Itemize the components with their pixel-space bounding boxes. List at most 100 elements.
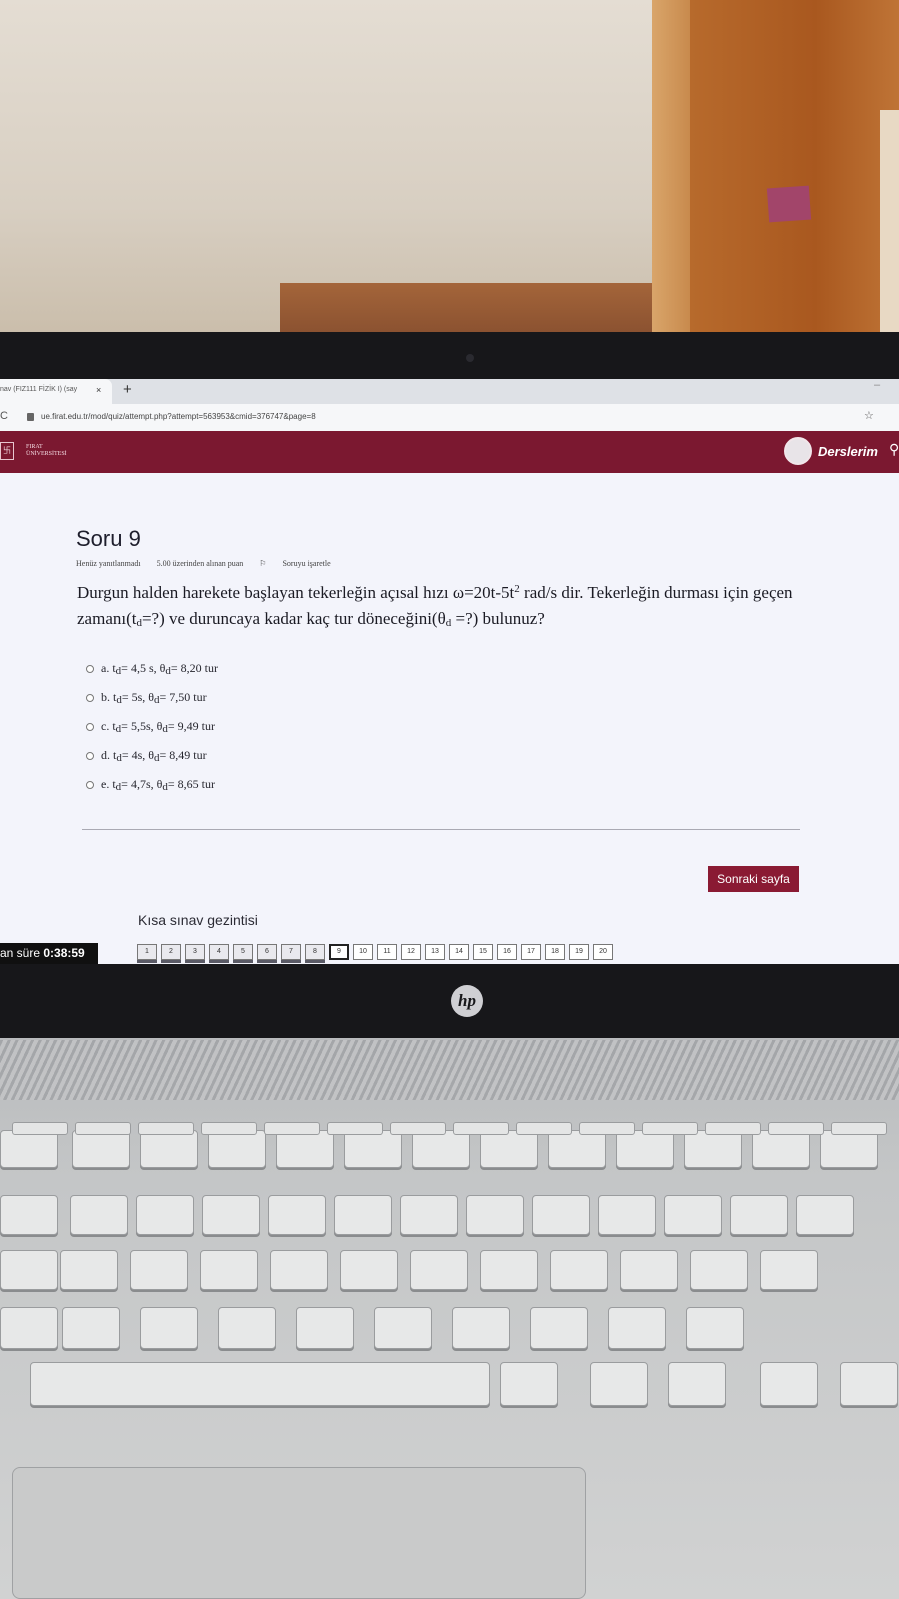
keyboard-key: [550, 1250, 608, 1290]
keyboard-key: [684, 1130, 742, 1168]
keyboard-key: [62, 1307, 120, 1349]
hp-logo: hp: [451, 985, 483, 1017]
reload-icon[interactable]: C: [0, 410, 8, 422]
quiz-timer: an süre 0:38:59: [0, 943, 98, 964]
keyboard-key: [400, 1195, 458, 1235]
keyboard-key: [140, 1307, 198, 1349]
keyboard-key: [334, 1195, 392, 1235]
keyboard-key: [690, 1250, 748, 1290]
quiz-nav-page[interactable]: 2: [161, 944, 181, 963]
radio-button[interactable]: [86, 694, 94, 702]
question-info: Henüz yanıtlanmadı 5.00 üzerinden alınan…: [76, 559, 359, 568]
search-icon[interactable]: ⚲: [889, 441, 899, 458]
tab-title: nav (FIZ111 FİZİK I) (say: [0, 386, 78, 393]
function-key: [264, 1122, 320, 1135]
keyboard-key: [480, 1250, 538, 1290]
quiz-nav-page[interactable]: 19: [569, 944, 589, 960]
keyboard-key: [0, 1250, 58, 1290]
tab-strip: nav (FIZ111 FİZİK I) (say × + –: [0, 379, 899, 404]
browser-tab[interactable]: nav (FIZ111 FİZİK I) (say ×: [0, 379, 112, 404]
my-courses-link[interactable]: Derslerim: [818, 444, 878, 459]
touchpad[interactable]: [12, 1467, 586, 1599]
quiz-nav-page[interactable]: 12: [401, 944, 421, 960]
radio-button[interactable]: [86, 665, 94, 673]
question-text: Durgun halden harekete başlayan tekerleğ…: [77, 583, 793, 629]
bookmark-star-icon[interactable]: ☆: [864, 409, 874, 422]
browser-window: nav (FIZ111 FİZİK I) (say × + – C ue.fir…: [0, 379, 899, 964]
quiz-nav-page[interactable]: 7: [281, 944, 301, 963]
answer-option[interactable]: e. td= 4,7s, θd= 8,65 tur: [86, 777, 215, 793]
university-logo-text: FIRAT ÜNİVERSİTESİ: [26, 444, 67, 457]
quiz-nav-page[interactable]: 17: [521, 944, 541, 960]
quiz-nav-page[interactable]: 16: [497, 944, 517, 960]
quiz-nav-page[interactable]: 9: [329, 944, 349, 960]
lock-icon[interactable]: [27, 413, 34, 421]
keyboard-key: [60, 1250, 118, 1290]
radio-button[interactable]: [86, 781, 94, 789]
quiz-navigation-pages: 1 2 3 4 5 6 7 8 9 10 11 12 13 14 15 16 17 18 19 20: [137, 944, 613, 963]
answer-option[interactable]: c. td= 5,5s, θd= 9,49 tur: [86, 719, 215, 735]
quiz-nav-page[interactable]: 20: [593, 944, 613, 960]
address-bar: C ue.firat.edu.tr/mod/quiz/attempt.php?a…: [0, 404, 899, 431]
quiz-nav-page[interactable]: 5: [233, 944, 253, 963]
flag-question-link[interactable]: ⚐ Soruyu işaretle: [259, 559, 344, 568]
quiz-nav-page[interactable]: 11: [377, 944, 397, 960]
keyboard-key: [752, 1130, 810, 1168]
keyboard-key: [276, 1130, 334, 1168]
quiz-nav-page[interactable]: 3: [185, 944, 205, 963]
quiz-nav-page[interactable]: 18: [545, 944, 565, 960]
quiz-nav-page[interactable]: 4: [209, 944, 229, 963]
keyboard-key: [664, 1195, 722, 1235]
bed-headboard: [280, 283, 652, 335]
quiz-navigation-title: Kısa sınav gezintisi: [138, 912, 258, 928]
keyboard-key: [136, 1195, 194, 1235]
answer-label: b. td= 5s, θd= 7,50 tur: [101, 690, 207, 706]
close-icon[interactable]: ×: [96, 385, 101, 395]
keyboard-key: [598, 1195, 656, 1235]
keyboard-key: [616, 1130, 674, 1168]
answer-option[interactable]: d. td= 4s, θd= 8,49 tur: [86, 748, 207, 764]
avatar[interactable]: [784, 437, 812, 465]
keyboard-key: [480, 1130, 538, 1168]
university-logo-icon[interactable]: 卐: [0, 442, 14, 460]
divider: [82, 829, 800, 830]
keyboard-key: [730, 1195, 788, 1235]
wall-strip: [880, 110, 899, 335]
function-key: [75, 1122, 131, 1135]
quiz-nav-page[interactable]: 15: [473, 944, 493, 960]
keyboard-key: [218, 1307, 276, 1349]
question-grade: 5.00 üzerinden alınan puan: [156, 559, 244, 568]
keyboard-key: [620, 1250, 678, 1290]
quiz-nav-page[interactable]: 13: [425, 944, 445, 960]
minimize-icon[interactable]: –: [874, 379, 880, 391]
keyboard-key: [796, 1195, 854, 1235]
quiz-nav-page[interactable]: 1: [137, 944, 157, 963]
speaker-grille: [0, 1040, 899, 1100]
function-key: [327, 1122, 383, 1135]
keyboard-key: [270, 1250, 328, 1290]
keyboard-key: [200, 1250, 258, 1290]
keyboard-key: [608, 1307, 666, 1349]
quiz-nav-page[interactable]: 8: [305, 944, 325, 963]
quiz-nav-page[interactable]: 14: [449, 944, 469, 960]
keyboard-key: [548, 1130, 606, 1168]
answer-label: d. td= 4s, θd= 8,49 tur: [101, 748, 207, 764]
answer-option[interactable]: a. td= 4,5 s, θd= 8,20 tur: [86, 661, 218, 677]
quiz-nav-page[interactable]: 6: [257, 944, 277, 963]
keyboard-key: [820, 1130, 878, 1168]
function-key: [579, 1122, 635, 1135]
keyboard-key: [452, 1307, 510, 1349]
keyboard-key: [340, 1250, 398, 1290]
radio-button[interactable]: [86, 752, 94, 760]
keyboard-key: [374, 1307, 432, 1349]
keyboard-key: [208, 1130, 266, 1168]
quiz-nav-page[interactable]: 10: [353, 944, 373, 960]
radio-button[interactable]: [86, 723, 94, 731]
answer-option[interactable]: b. td= 5s, θd= 7,50 tur: [86, 690, 207, 706]
url-field[interactable]: ue.firat.edu.tr/mod/quiz/attempt.php?att…: [41, 412, 316, 421]
new-tab-icon[interactable]: +: [123, 381, 132, 398]
next-page-button[interactable]: Sonraki sayfa: [708, 866, 799, 892]
keyboard-key: [130, 1250, 188, 1290]
function-key: [12, 1122, 68, 1135]
function-key: [768, 1122, 824, 1135]
